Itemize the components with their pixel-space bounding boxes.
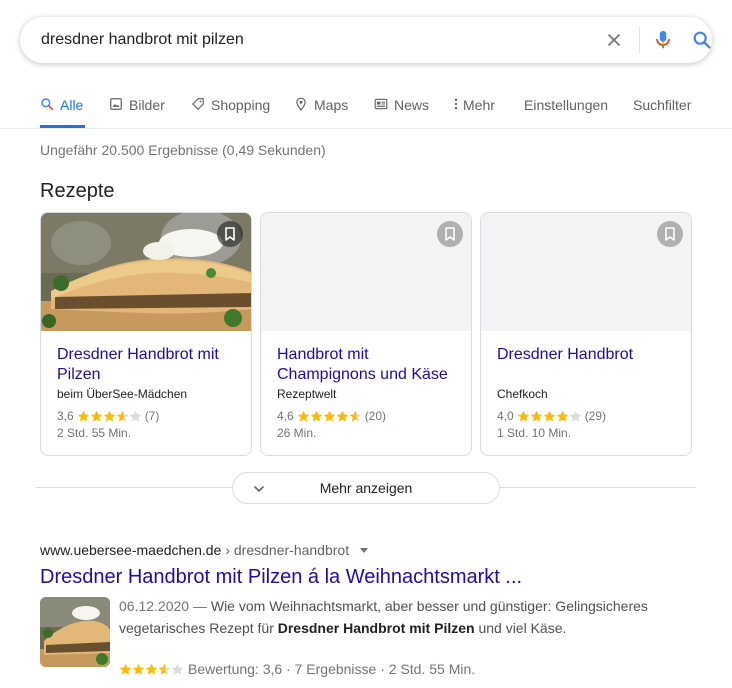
review-count: (29) [584,409,607,423]
caret-down-icon[interactable] [359,545,369,555]
rating-summary: Bewertung: 3,6 · 7 Ergebnisse · 2 Std. 5… [188,661,476,677]
star-icon [517,410,529,422]
recipe-title[interactable]: Handbrot mit Champignons und Käse [277,345,462,385]
star-icon [116,410,128,422]
star-icon [310,410,322,422]
tag-icon [192,98,204,110]
recipe-time: 1 Std. 10 Min. [497,426,572,440]
review-count: (20) [364,409,387,423]
show-more-label: Mehr anzeigen [319,480,413,496]
recipe-time: 2 Std. 55 Min. [57,426,132,440]
bookmark-button[interactable] [217,221,243,247]
review-count: (7) [144,409,160,423]
star-icon [569,410,581,422]
tab-label: Maps [314,97,349,113]
star-icon [543,410,555,422]
rating-value: 4,0 [497,409,514,423]
star-icon [171,663,184,675]
star-icon [129,410,141,422]
tab-suchfilter[interactable]: Suchfilter [633,92,691,128]
result-date: 06.12.2020 — [119,598,207,614]
close-icon[interactable] [604,30,624,50]
tab-news[interactable]: News [374,92,429,128]
tab-label: Suchfilter [633,97,692,113]
bookmark-button[interactable] [437,221,463,247]
star-rating [517,410,582,423]
star-rating [77,410,142,423]
star-icon [103,410,115,422]
image-icon [110,98,122,110]
search-input[interactable]: dresdner handbrot mit pilzen [41,31,244,49]
recipe-title[interactable]: Dresdner Handbrot mit Pilzen [57,345,242,385]
star-rating [297,410,362,423]
star-icon [530,410,542,422]
recipe-source: Rezeptwelt [277,387,337,401]
snippet-text: und viel Käse. [474,620,567,636]
star-icon [323,410,335,422]
tab-label: Bilder [129,97,165,113]
result-snippet: 06.12.2020 — Wie vom Weihnachtsmarkt, ab… [119,595,659,639]
mic-icon[interactable] [652,28,674,52]
recipe-rating: 4,6 (20) [277,409,386,423]
bookmark-button[interactable] [657,221,683,247]
result-path: › dresdner-handbrot [225,542,350,558]
tab-shopping[interactable]: Shopping [191,92,270,128]
search-bar[interactable]: dresdner handbrot mit pilzen [20,17,712,63]
tab-maps[interactable]: Maps [294,92,348,128]
rating-value: 4,6 [277,409,294,423]
bookmark-icon [445,227,455,241]
search-icon[interactable] [691,29,713,51]
star-icon [349,410,361,422]
result-stats: Ungefähr 20.500 Ergebnisse (0,49 Sekunde… [40,142,326,158]
result-rich-snippet: Bewertung: 3,6 · 7 Ergebnisse · 2 Std. 5… [119,661,475,677]
tab-einstellungen[interactable]: Einstellungen [524,92,608,128]
tab-mehr[interactable]: Mehr [453,92,495,128]
search-bar-divider [639,27,640,53]
tab-alle[interactable]: Alle [40,92,85,128]
star-icon [336,410,348,422]
location-pin-icon [296,97,306,111]
recipe-rating: 3,6 (7) [57,409,159,423]
recipe-source: beim ÜberSee-Mädchen [57,387,188,401]
tab-label: Einstellungen [524,97,609,113]
recipe-card[interactable]: Dresdner Handbrot Chefkoch 4,0 (29) 1 St… [480,212,692,456]
recipe-rating: 4,0 (29) [497,409,606,423]
result-thumbnail[interactable] [40,597,110,667]
star-icon [77,410,89,422]
tab-label: News [394,97,430,113]
recipe-card[interactable]: Dresdner Handbrot mit Pilzen beim ÜberSe… [40,212,252,456]
tab-label: Mehr [463,97,495,113]
more-vert-icon [454,98,458,110]
star-icon [145,663,158,675]
show-more-button[interactable]: Mehr anzeigen [232,472,500,504]
recipe-title[interactable]: Dresdner Handbrot [497,345,682,365]
tab-bilder[interactable]: Bilder [109,92,165,128]
tab-label: Shopping [211,97,271,113]
result-url: www.uebersee-maedchen.de [40,542,222,558]
recipe-time: 26 Min. [277,426,317,440]
result-breadcrumb: www.uebersee-maedchen.de › dresdner-hand… [40,542,369,558]
recipes-heading: Rezepte [40,180,115,202]
result-title-link[interactable]: Dresdner Handbrot mit Pilzen á la Weihna… [40,566,522,589]
rating-value: 3,6 [57,409,74,423]
star-rating [119,663,184,676]
tab-label: Alle [60,97,84,113]
bookmark-icon [225,227,235,241]
recipe-card[interactable]: Handbrot mit Champignons und Käse Rezept… [260,212,472,456]
star-icon [119,663,132,675]
bookmark-icon [665,227,675,241]
snippet-highlight: Dresdner Handbrot mit Pilzen [277,620,475,636]
news-icon [374,98,388,110]
search-icon [41,98,54,111]
star-icon [132,663,145,675]
star-icon [158,663,171,675]
star-icon [297,410,309,422]
search-tabs: Alle Bilder Shopping Maps News Mehr Eins… [0,92,732,128]
recipe-source: Chefkoch [497,387,548,401]
tabs-divider [0,128,732,129]
star-icon [90,410,102,422]
star-icon [556,410,568,422]
